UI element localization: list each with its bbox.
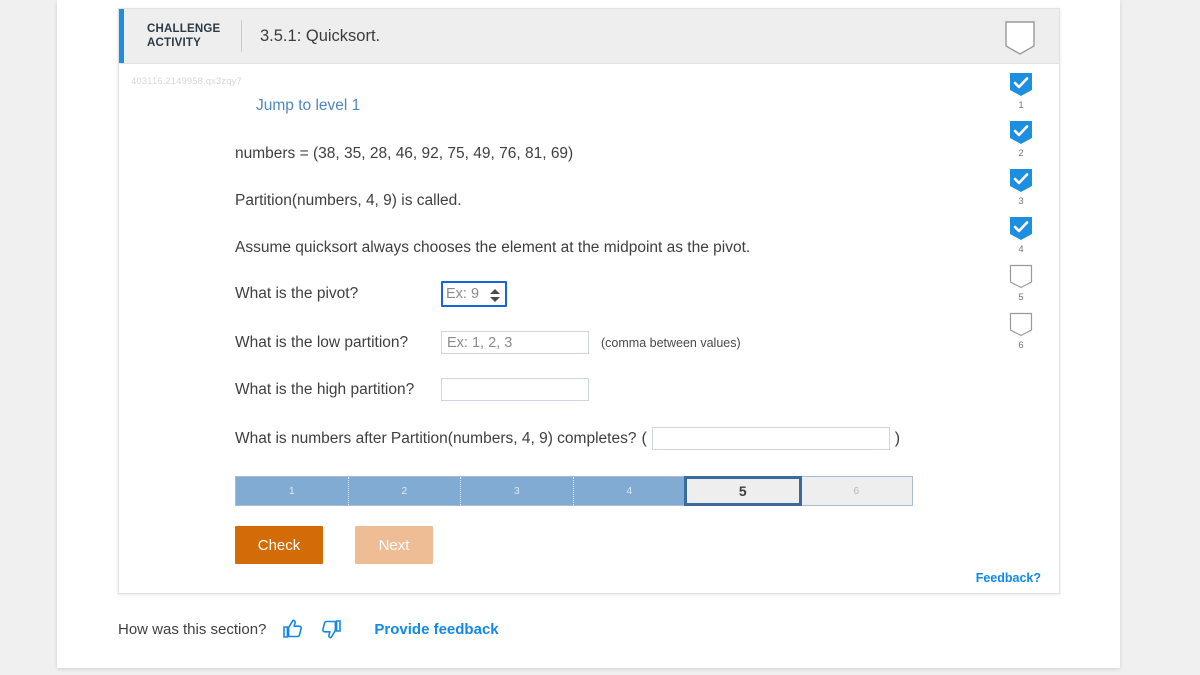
header-divider (241, 20, 242, 52)
progress-step-1-label: 1 (288, 485, 295, 497)
progress-step-6-label: 6 (853, 485, 860, 497)
provide-feedback-link[interactable]: Provide feedback (374, 621, 498, 638)
level-badge-5[interactable]: 5 (1009, 264, 1033, 303)
pivot-number-stepper[interactable] (490, 285, 501, 305)
level-badge-6-number: 6 (1018, 340, 1024, 351)
bookmark-check-icon (1010, 217, 1032, 240)
thumbs-down-icon[interactable] (320, 618, 342, 640)
low-partition-input[interactable] (441, 331, 589, 354)
level-badge-1-number: 1 (1018, 100, 1024, 111)
high-partition-label: What is the high partition? (235, 380, 415, 398)
low-partition-question-row: What is the low partition? (comma betwee… (235, 331, 955, 354)
progress-step-2-label: 2 (401, 485, 408, 497)
pivot-question-label: What is the pivot? (235, 285, 359, 302)
pivot-input[interactable] (443, 284, 489, 304)
progress-step-5-label: 5 (738, 483, 747, 499)
progress-step-3-label: 3 (513, 485, 520, 497)
bookmark-check-icon (1010, 73, 1032, 96)
section-feedback-question: How was this section? (118, 620, 267, 638)
level-badge-rail: 1 2 3 4 5 6 (1001, 72, 1041, 360)
page-sheet: CHALLENGE ACTIVITY 3.5.1: Quicksort. 403… (57, 0, 1120, 668)
assumption-statement: Assume quicksort always chooses the elem… (235, 239, 751, 256)
stepper-up-icon[interactable] (490, 288, 500, 294)
header-accent-bar (119, 9, 124, 63)
high-partition-input[interactable] (441, 378, 589, 401)
progress-step-4[interactable]: 4 (573, 477, 685, 505)
pivot-question-row: What is the pivot? (235, 281, 955, 307)
card-feedback-link[interactable]: Feedback? (976, 571, 1041, 585)
progress-step-2[interactable]: 2 (348, 477, 461, 505)
bookmark-outline-icon (1009, 312, 1033, 337)
level-badge-1[interactable]: 1 (1009, 72, 1033, 111)
level-badge-2-number: 2 (1018, 148, 1024, 159)
progress-step-1[interactable]: 1 (236, 477, 349, 505)
partition-call-statement: Partition(numbers, 4, 9) is called. (235, 192, 462, 209)
check-button[interactable]: Check (235, 526, 323, 564)
level-badge-3[interactable]: 3 (1009, 168, 1033, 207)
level-badge-3-number: 3 (1018, 196, 1024, 207)
numbers-statement: numbers = (38, 35, 28, 46, 92, 75, 49, 7… (235, 145, 574, 162)
pivot-input-wrapper[interactable] (441, 281, 507, 307)
level-badge-4-number: 4 (1018, 244, 1024, 255)
low-partition-label: What is the low partition? (235, 333, 409, 351)
activity-id-text: 403116.2149958.qx3zqy7 (131, 76, 242, 87)
challenge-activity-card: CHALLENGE ACTIVITY 3.5.1: Quicksort. 403… (118, 8, 1060, 594)
thumbs-up-icon[interactable] (282, 618, 304, 640)
level-badge-6[interactable]: 6 (1009, 312, 1033, 351)
level-progress-bar: 1 2 3 4 5 6 (235, 476, 913, 506)
bookmark-outline-icon (1009, 264, 1033, 289)
final-array-label: What is numbers after Partition(numbers,… (235, 429, 637, 447)
card-body: 403116.2149958.qx3zqy7 Jump to level 1 n… (119, 64, 1059, 595)
next-button[interactable]: Next (355, 526, 433, 564)
progress-step-6[interactable]: 6 (800, 477, 912, 505)
section-feedback-footer: How was this section? Provide feedback (118, 618, 499, 640)
progress-step-3[interactable]: 3 (461, 477, 574, 505)
jump-to-level-link[interactable]: Jump to level 1 (256, 97, 955, 115)
level-badge-2[interactable]: 2 (1009, 120, 1033, 159)
activity-content: Jump to level 1 numbers = (38, 35, 28, 4… (235, 97, 955, 564)
bookmark-check-icon (1010, 169, 1032, 192)
final-array-input[interactable] (651, 427, 890, 450)
action-button-row: Check Next (235, 526, 955, 564)
high-partition-question-row: What is the high partition? (235, 378, 955, 401)
low-partition-hint: (comma between values) (601, 335, 741, 350)
challenge-activity-kicker: CHALLENGE ACTIVITY (147, 23, 221, 49)
card-header: CHALLENGE ACTIVITY 3.5.1: Quicksort. (119, 9, 1059, 64)
level-badge-4[interactable]: 4 (1009, 216, 1033, 255)
progress-step-4-label: 4 (626, 485, 633, 497)
bookmark-check-icon (1010, 121, 1032, 144)
bookmark-outline-icon[interactable] (1003, 20, 1037, 58)
final-array-question-row: What is numbers after Partition(numbers,… (235, 427, 955, 450)
stepper-down-icon[interactable] (490, 296, 500, 302)
close-paren: ) (894, 429, 901, 447)
page-title: 3.5.1: Quicksort. (260, 26, 381, 45)
level-badge-5-number: 5 (1018, 292, 1024, 303)
open-paren: ( (641, 429, 647, 447)
progress-step-5[interactable]: 5 (684, 476, 802, 506)
